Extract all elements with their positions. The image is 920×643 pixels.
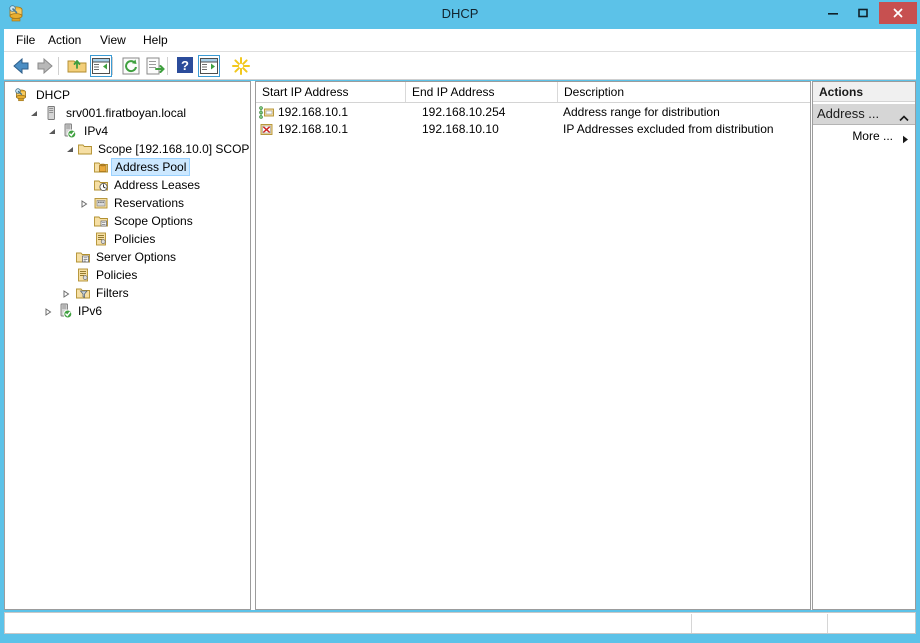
menu-help[interactable]: Help bbox=[137, 33, 174, 47]
tree-label-server-options: Server Options bbox=[96, 250, 177, 264]
list-column-headers: Start IP Address End IP Address Descript… bbox=[256, 82, 810, 103]
tree-node-server-options[interactable]: Server Options bbox=[5, 248, 250, 266]
up-folder-icon[interactable] bbox=[66, 55, 88, 77]
menu-bar: File Action View Help bbox=[4, 29, 916, 52]
show-hide-actions-icon[interactable] bbox=[198, 55, 220, 77]
tree-label-dhcp: DHCP bbox=[36, 88, 71, 102]
tree-label-scope-policies: Policies bbox=[114, 232, 156, 246]
menu-file[interactable]: File bbox=[10, 33, 41, 47]
back-icon[interactable] bbox=[10, 55, 32, 77]
tree-node-scope-policies[interactable]: Policies bbox=[5, 230, 250, 248]
tree-label-scope-options: Scope Options bbox=[114, 214, 193, 228]
address-range-icon bbox=[259, 105, 275, 120]
tree-node-ipv4[interactable]: IPv4 bbox=[5, 122, 250, 140]
title-bar: DHCP bbox=[0, 0, 920, 29]
tree-node-address-pool[interactable]: Address Pool bbox=[5, 158, 250, 176]
actions-more-label: More ... bbox=[852, 129, 893, 143]
status-separator bbox=[691, 614, 692, 633]
expander-collapsed-icon[interactable] bbox=[59, 284, 73, 302]
ipv6-ok-icon bbox=[57, 303, 73, 319]
expander-expanded-icon[interactable] bbox=[45, 122, 59, 140]
console-tree-pane[interactable]: DHCP srv001.firatboyan.local IPv4 Scope … bbox=[4, 81, 251, 610]
policies-icon bbox=[75, 267, 91, 283]
dhcp-root-icon bbox=[13, 87, 29, 103]
exclusion-range-icon bbox=[259, 122, 275, 137]
tree-node-filters[interactable]: Filters bbox=[5, 284, 250, 302]
refresh-icon[interactable] bbox=[120, 55, 142, 77]
menu-view[interactable]: View bbox=[94, 33, 132, 47]
tree-node-server-policies[interactable]: Policies bbox=[5, 266, 250, 284]
tree-node-scope[interactable]: Scope [192.168.10.0] SCOPE01 bbox=[5, 140, 250, 158]
table-row[interactable]: 192.168.10.1 192.168.10.10 IP Addresses … bbox=[256, 121, 810, 138]
expander-collapsed-icon[interactable] bbox=[77, 194, 91, 212]
toolbar: ? bbox=[4, 52, 916, 80]
cell-end-ip: 192.168.10.254 bbox=[422, 105, 506, 119]
server-options-icon bbox=[75, 249, 91, 265]
forward-icon[interactable] bbox=[34, 55, 56, 77]
address-leases-icon bbox=[93, 177, 109, 193]
server-icon bbox=[43, 105, 59, 121]
tree-node-dhcp[interactable]: DHCP bbox=[5, 86, 250, 104]
actions-group-address-pool[interactable]: Address ... bbox=[813, 103, 915, 125]
address-pool-list-pane[interactable]: Start IP Address End IP Address Descript… bbox=[255, 81, 811, 610]
actions-pane-title: Actions bbox=[813, 82, 915, 102]
actions-pane[interactable]: Actions Address ... More ... bbox=[812, 81, 916, 610]
toolbar-separator bbox=[112, 57, 113, 75]
new-scope-icon[interactable] bbox=[230, 55, 252, 77]
column-header-start-ip[interactable]: Start IP Address bbox=[256, 82, 406, 102]
address-pool-icon bbox=[93, 159, 109, 175]
folder-icon bbox=[77, 141, 93, 157]
menu-action[interactable]: Action bbox=[42, 33, 87, 47]
expander-expanded-icon[interactable] bbox=[27, 104, 41, 122]
tree-label-server: srv001.firatboyan.local bbox=[66, 106, 187, 120]
tree-node-scope-options[interactable]: Scope Options bbox=[5, 212, 250, 230]
scope-options-icon bbox=[93, 213, 109, 229]
minimize-button[interactable] bbox=[818, 2, 848, 24]
tree-node-reservations[interactable]: Reservations bbox=[5, 194, 250, 212]
maximize-button[interactable] bbox=[848, 2, 878, 24]
tree-node-server[interactable]: srv001.firatboyan.local bbox=[5, 104, 250, 122]
toolbar-separator bbox=[58, 57, 59, 75]
cell-description: Address range for distribution bbox=[563, 105, 720, 119]
cell-start-ip: 192.168.10.1 bbox=[278, 122, 349, 136]
tree-label-ipv6: IPv6 bbox=[78, 304, 103, 318]
column-header-end-ip[interactable]: End IP Address bbox=[406, 82, 558, 102]
actions-group-label: Address ... bbox=[817, 106, 880, 121]
cell-start-ip: 192.168.10.1 bbox=[278, 105, 349, 119]
close-button[interactable] bbox=[879, 2, 917, 24]
chevron-right-icon bbox=[902, 133, 909, 147]
dhcp-console-window: DHCP File Action View Help ? DHCP srv001… bbox=[0, 0, 920, 643]
help-icon[interactable]: ? bbox=[175, 55, 197, 77]
filters-icon bbox=[75, 285, 91, 301]
tree-label-address-pool: Address Pool bbox=[111, 158, 191, 176]
status-separator bbox=[827, 614, 828, 633]
policies-icon bbox=[93, 231, 109, 247]
expander-expanded-icon[interactable] bbox=[63, 140, 77, 158]
window-title: DHCP bbox=[441, 6, 479, 21]
table-row[interactable]: 192.168.10.1 192.168.10.254 Address rang… bbox=[256, 104, 810, 121]
tree-node-ipv6[interactable]: IPv6 bbox=[5, 302, 250, 320]
chevron-up-icon[interactable] bbox=[899, 111, 909, 125]
cell-description: IP Addresses excluded from distribution bbox=[563, 122, 774, 136]
tree-label-filters: Filters bbox=[96, 286, 129, 300]
svg-text:?: ? bbox=[181, 58, 189, 73]
export-list-icon[interactable] bbox=[144, 55, 166, 77]
tree-label-server-policies: Policies bbox=[96, 268, 138, 282]
ipv4-ok-icon bbox=[61, 123, 77, 139]
tree-label-reservations: Reservations bbox=[114, 196, 185, 210]
actions-more-item[interactable]: More ... bbox=[813, 127, 915, 147]
tree-node-address-leases[interactable]: Address Leases bbox=[5, 176, 250, 194]
tree-label-ipv4: IPv4 bbox=[84, 124, 109, 138]
cell-end-ip: 192.168.10.10 bbox=[422, 122, 499, 136]
main-content: DHCP srv001.firatboyan.local IPv4 Scope … bbox=[4, 81, 916, 610]
status-bar bbox=[4, 612, 916, 634]
reservations-icon bbox=[93, 195, 109, 211]
tree-label-scope: Scope [192.168.10.0] SCOPE01 bbox=[98, 142, 250, 156]
toolbar-separator bbox=[167, 57, 168, 75]
column-header-description[interactable]: Description bbox=[558, 82, 810, 102]
show-hide-tree-icon[interactable] bbox=[90, 55, 112, 77]
expander-collapsed-icon[interactable] bbox=[41, 302, 55, 320]
tree-label-address-leases: Address Leases bbox=[114, 178, 201, 192]
